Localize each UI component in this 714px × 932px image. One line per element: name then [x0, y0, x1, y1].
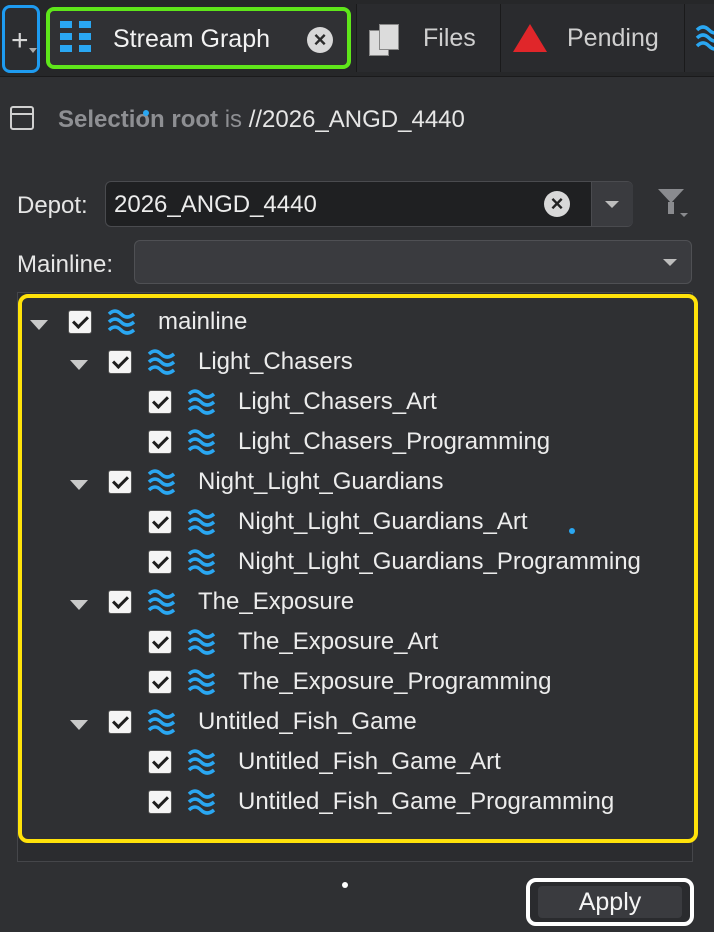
- stream-waves-icon: [107, 309, 136, 335]
- filter-icon-stem: [668, 202, 674, 214]
- indicator-dot: [342, 882, 348, 888]
- tab-stream-graph[interactable]: Stream Graph ×: [46, 7, 351, 69]
- tab-pending[interactable]: Pending: [500, 4, 685, 72]
- add-tab-button[interactable]: +: [2, 5, 40, 73]
- expand-arrow-icon[interactable]: [70, 480, 88, 490]
- depot-label: Depot:: [17, 192, 88, 219]
- tree-checkbox[interactable]: [148, 670, 172, 694]
- stream-name: Light_Chasers: [198, 348, 353, 375]
- warning-triangle-icon: [513, 24, 547, 52]
- stream-name: Night_Light_Guardians: [198, 468, 444, 495]
- tree-checkbox[interactable]: [148, 790, 172, 814]
- stream-name: Night_Light_Guardians_Art: [238, 508, 528, 535]
- indicator-dot: [569, 528, 575, 534]
- tree-checkbox[interactable]: [148, 750, 172, 774]
- tree-row[interactable]: The_Exposure_Programming: [22, 666, 682, 702]
- stream-waves-icon: [187, 789, 216, 815]
- filter-icon: [658, 189, 684, 203]
- stream-tree[interactable]: mainline Light_Chasers Light_Chasers_Art Li…: [18, 294, 698, 843]
- expand-arrow-icon[interactable]: [70, 720, 88, 730]
- window-icon[interactable]: [10, 106, 34, 130]
- stream-waves-icon: [147, 349, 176, 375]
- expand-arrow-icon[interactable]: [70, 600, 88, 610]
- apply-button-face: Apply: [538, 886, 682, 918]
- tree-row[interactable]: Light_Chasers_Programming: [22, 426, 682, 462]
- depot-combobox[interactable]: 2026_ANGD_4440 ×: [105, 181, 633, 227]
- apply-button[interactable]: Apply: [526, 878, 694, 926]
- tree-checkbox[interactable]: [148, 390, 172, 414]
- tree-checkbox[interactable]: [108, 350, 132, 374]
- stream-waves-icon: [187, 389, 216, 415]
- documents-icon: [369, 24, 403, 56]
- selection-root-connector: is: [218, 106, 249, 133]
- tree-checkbox[interactable]: [148, 550, 172, 574]
- tab-bar: + Stream Graph × Files Pending: [0, 0, 714, 77]
- stream-waves-icon: [187, 629, 216, 655]
- tab-label: Files: [423, 24, 476, 52]
- tree-checkbox[interactable]: [148, 510, 172, 534]
- stream-waves-icon: [147, 709, 176, 735]
- stream-waves-icon: [187, 429, 216, 455]
- tree-row[interactable]: Night_Light_Guardians: [22, 466, 682, 502]
- selection-root-path: //2026_ANGD_4440: [248, 106, 465, 133]
- stream-name: Light_Chasers_Programming: [238, 428, 551, 455]
- stream-name: mainline: [158, 308, 248, 335]
- stream-name: The_Exposure_Programming: [238, 668, 552, 695]
- stream-name: Untitled_Fish_Game_Art: [238, 748, 501, 775]
- chevron-down-icon: [663, 259, 677, 266]
- tree-checkbox[interactable]: [68, 310, 92, 334]
- mainline-dropdown[interactable]: [134, 240, 692, 284]
- expand-arrow-icon[interactable]: [70, 360, 88, 370]
- chevron-down-icon: [605, 201, 619, 208]
- stream-name: The_Exposure_Art: [238, 628, 439, 655]
- stream-waves-icon: [147, 589, 176, 615]
- tree-row[interactable]: Night_Light_Guardians_Programming: [22, 546, 682, 582]
- depot-value: 2026_ANGD_4440: [114, 191, 317, 218]
- stream-name: Untitled_Fish_Game_Programming: [238, 788, 615, 815]
- stream-waves-icon: [147, 469, 176, 495]
- tree-checkbox[interactable]: [108, 710, 132, 734]
- stream-waves-icon: [187, 509, 216, 535]
- indicator-dot: [143, 110, 149, 116]
- tab-label: Pending: [567, 24, 659, 52]
- tree-checkbox[interactable]: [108, 470, 132, 494]
- close-tab-button[interactable]: ×: [307, 27, 333, 53]
- depot-dropdown-button[interactable]: [591, 182, 633, 226]
- mainline-label: Mainline:: [17, 251, 114, 278]
- grid-icon: [60, 21, 94, 53]
- stream-waves-icon: [695, 25, 714, 51]
- stream-waves-icon: [187, 749, 216, 775]
- tab-label: Stream Graph: [113, 25, 271, 53]
- chevron-down-icon: [29, 48, 37, 53]
- stream-name: Night_Light_Guardians_Programming: [238, 548, 641, 575]
- tree-row[interactable]: Untitled_Fish_Game_Art: [22, 746, 682, 782]
- tab-overflow[interactable]: [684, 4, 714, 72]
- filter-button[interactable]: [648, 183, 692, 225]
- clear-depot-button[interactable]: ×: [544, 191, 570, 217]
- apply-label: Apply: [578, 888, 642, 916]
- stream-waves-icon: [187, 549, 216, 575]
- stream-name: The_Exposure: [198, 588, 355, 615]
- stream-waves-icon: [187, 669, 216, 695]
- tree-row[interactable]: Night_Light_Guardians_Art: [22, 506, 682, 542]
- tree-checkbox[interactable]: [148, 430, 172, 454]
- tree-row[interactable]: Light_Chasers_Art: [22, 386, 682, 422]
- selection-root-prefix: Selection root: [58, 106, 219, 133]
- plus-icon: +: [11, 24, 29, 57]
- tree-checkbox[interactable]: [148, 630, 172, 654]
- tree-row[interactable]: Untitled_Fish_Game_Programming: [22, 786, 682, 822]
- expand-arrow-icon[interactable]: [30, 320, 48, 330]
- tree-row[interactable]: mainline: [22, 306, 682, 342]
- tab-files[interactable]: Files: [356, 4, 509, 72]
- chevron-down-icon: [680, 213, 688, 217]
- tree-row[interactable]: Untitled_Fish_Game: [22, 706, 682, 742]
- tree-row[interactable]: The_Exposure_Art: [22, 626, 682, 662]
- selection-root-text: Selection root is //2026_ANGD_4440: [58, 106, 465, 134]
- tree-checkbox[interactable]: [108, 590, 132, 614]
- stream-name: Light_Chasers_Art: [238, 388, 437, 415]
- tree-row[interactable]: Light_Chasers: [22, 346, 682, 382]
- stream-name: Untitled_Fish_Game: [198, 708, 417, 735]
- tree-row[interactable]: The_Exposure: [22, 586, 682, 622]
